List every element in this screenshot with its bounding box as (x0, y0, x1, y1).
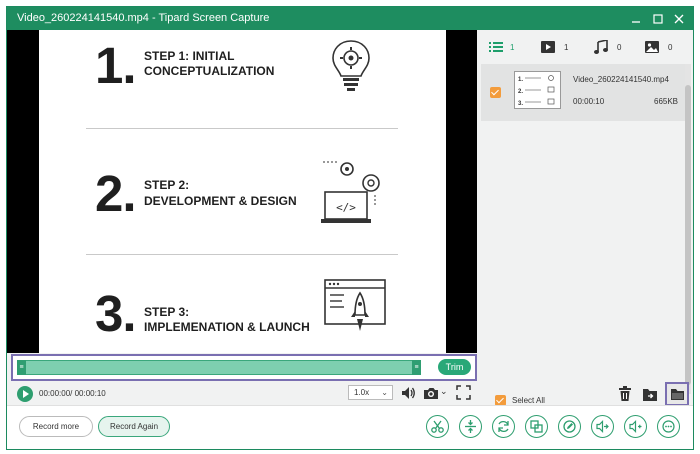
file-size: 665KB (654, 97, 679, 106)
step-heading: STEP 1: INITIAL (144, 49, 235, 63)
folder-import-icon (643, 388, 657, 401)
video-frame: 1. STEP 1: INITIAL CONCEPTUALIZATION 2. … (39, 30, 446, 353)
trim-button[interactable]: Trim (438, 359, 471, 375)
video-thumbnail: 1. 2. 3. (514, 71, 561, 109)
merge-button[interactable] (459, 415, 482, 438)
record-again-button[interactable]: Record Again (98, 416, 170, 437)
music-icon (594, 39, 608, 54)
minimize-button[interactable] (626, 10, 646, 27)
divider (86, 254, 398, 255)
volume-icon[interactable] (400, 385, 416, 401)
step-subheading: IMPLEMENATION & LAUNCH (144, 320, 310, 334)
lightbulb-gear-icon (332, 40, 370, 91)
divider (86, 128, 398, 129)
clip-button[interactable] (426, 415, 449, 438)
svg-text:</>: </> (336, 201, 356, 214)
speed-value: 1.0x (354, 388, 370, 397)
step-3: 3. STEP 3: IMPLEMENATION & LAUNCH (39, 275, 446, 353)
tab-count: 1 (564, 43, 569, 52)
image-icon (645, 41, 659, 53)
bottom-toolbar: Record more Record Again (7, 405, 693, 449)
tab-count: 1 (510, 43, 515, 52)
audio-export-icon (596, 420, 609, 433)
record-more-button[interactable]: Record more (19, 416, 93, 437)
audio-export-button[interactable] (591, 415, 614, 438)
folder-icon (670, 388, 684, 400)
playback-time: 00:00:00/ 00:00:10 (39, 389, 106, 398)
chevron-down-icon[interactable]: ⌄ (440, 386, 448, 397)
trim-start-handle[interactable]: ≡ (17, 360, 26, 375)
volume-icon (629, 420, 642, 433)
app-window: Video_260224141540.mp4 - Tipard Screen C… (6, 6, 694, 450)
video-preview[interactable]: 1. STEP 1: INITIAL CONCEPTUALIZATION 2. … (7, 30, 477, 353)
laptop-code-icon: </> (321, 161, 380, 223)
compress-button[interactable] (525, 415, 548, 438)
maximize-button[interactable] (648, 10, 668, 27)
svg-text:3.: 3. (518, 101, 523, 107)
tab-count: 0 (617, 43, 622, 52)
delete-button[interactable] (615, 384, 635, 404)
edit-icon (563, 420, 576, 433)
svg-text:2.: 2. (518, 89, 523, 95)
import-button[interactable] (640, 384, 660, 404)
trim-end-handle[interactable]: ≡ (412, 360, 421, 375)
play-button[interactable] (17, 386, 33, 402)
open-folder-button[interactable] (665, 382, 689, 406)
speed-select[interactable]: 1.0x ⌄ (348, 385, 393, 400)
list-icon (489, 42, 503, 52)
tab-audio[interactable]: 0 (594, 39, 624, 56)
convert-icon (498, 420, 509, 433)
title-bar: Video_260224141540.mp4 - Tipard Screen C… (7, 7, 693, 30)
convert-button[interactable] (492, 415, 515, 438)
tab-all[interactable]: 1 (489, 40, 519, 56)
step-heading: STEP 3: (144, 305, 190, 319)
svg-text:1.: 1. (518, 77, 523, 83)
media-tabs: 1 1 0 0 (479, 30, 693, 64)
more-icon (662, 420, 675, 433)
step-2: 2. STEP 2: DEVELOPMENT & DESIGN </> (39, 157, 446, 257)
trash-icon (619, 386, 631, 401)
edit-button[interactable] (558, 415, 581, 438)
step-number: 2. (95, 165, 137, 222)
volume-adjust-button[interactable] (624, 415, 647, 438)
tab-video[interactable]: 1 (541, 40, 571, 56)
more-button[interactable] (657, 415, 680, 438)
trim-bar: ≡ ≡ Trim (11, 354, 477, 381)
camera-icon[interactable] (423, 385, 439, 401)
step-number: 1. (95, 37, 137, 94)
window-title: Video_260224141540.mp4 - Tipard Screen C… (17, 12, 270, 24)
scrollbar-thumb[interactable] (685, 85, 691, 385)
close-button[interactable] (669, 10, 689, 27)
trim-timeline[interactable] (17, 360, 421, 375)
file-name: Video_260224141540.mp4 (573, 75, 669, 84)
file-list-item[interactable]: 1. 2. 3. Video_260224141540.mp4 00:00:10… (481, 64, 685, 121)
video-icon (541, 41, 555, 53)
step-subheading: DEVELOPMENT & DESIGN (144, 194, 297, 208)
chevron-down-icon: ⌄ (381, 388, 388, 397)
scissors-icon (431, 420, 444, 433)
step-heading: STEP 2: (144, 178, 190, 192)
step-subheading: CONCEPTUALIZATION (144, 64, 275, 78)
tab-count: 0 (668, 43, 673, 52)
tab-image[interactable]: 0 (645, 40, 675, 56)
step-number: 3. (95, 285, 137, 342)
compress-icon (530, 420, 543, 433)
file-checkbox[interactable] (490, 87, 501, 98)
select-all-label: Select All (512, 396, 545, 405)
file-duration: 00:00:10 (573, 97, 605, 106)
fullscreen-icon[interactable] (456, 385, 471, 400)
file-panel: 1 1 0 0 1. 2. 3. Video_260224141540.mp4 … (479, 30, 693, 406)
browser-rocket-icon (324, 279, 386, 331)
merge-icon (465, 420, 476, 433)
step-1: 1. STEP 1: INITIAL CONCEPTUALIZATION (39, 30, 446, 130)
